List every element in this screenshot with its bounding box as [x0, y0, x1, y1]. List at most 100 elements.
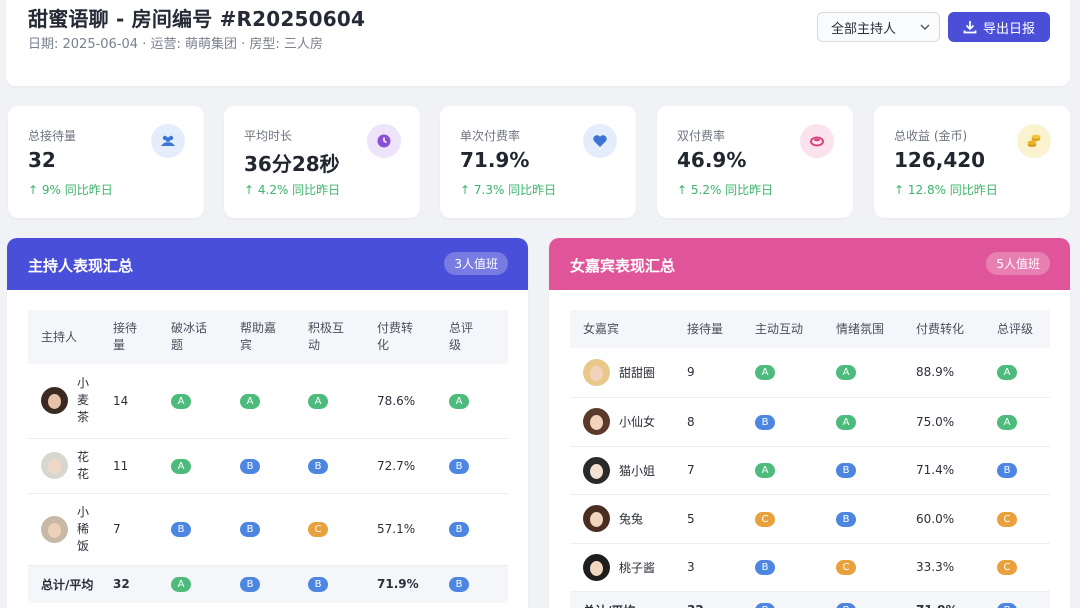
grade-badge: A: [755, 365, 775, 381]
grade-badge: B: [240, 522, 260, 537]
users-icon: [151, 124, 185, 158]
table-row[interactable]: 小麦茶 14 A A A 78.6% A: [28, 364, 508, 439]
guest-conversion: 33.3%: [916, 543, 997, 592]
page-subtitle: 日期: 2025-06-04 · 运营: 萌萌集团 · 房型: 三人房: [28, 37, 323, 52]
stat-label: 单次付费率: [460, 129, 521, 143]
table-total-row: 总计/平均 32 A B B 71.9% B: [28, 565, 508, 603]
avatar: [41, 452, 68, 479]
stat-change: ↑ 7.3% 同比昨日: [460, 183, 557, 197]
host-duty-badge: 3人值班: [444, 252, 508, 275]
clock-icon: [367, 124, 401, 158]
col-header: 付费转化: [916, 310, 997, 348]
stat-card-total-revenue: 总收益 (金币) 126,420 ↑ 12.8% 同比昨日: [874, 106, 1070, 218]
grade-badge: B: [997, 463, 1017, 478]
table-row[interactable]: 小仙女 8 B A 75.0% A: [570, 397, 1050, 447]
grade-badge: C: [997, 511, 1017, 527]
stat-change: ↑ 9% 同比昨日: [28, 183, 113, 197]
stat-change: ↑ 12.8% 同比昨日: [894, 183, 998, 197]
table-row[interactable]: 甜甜圈 9 A A 88.9% A: [570, 348, 1050, 398]
grade-badge: B: [836, 463, 856, 478]
table-row[interactable]: 花花 11 A B B 72.7% B: [28, 438, 508, 494]
grade-badge: B: [240, 458, 260, 474]
stat-label: 总接待量: [28, 129, 77, 143]
grade-badge: A: [240, 393, 260, 409]
table-header-row: 主持人 接待量 破冰话题 帮助嘉宾 积极互动 付费转化 总评级: [28, 310, 508, 364]
grade-badge: B: [449, 577, 469, 593]
grade-badge: B: [449, 522, 469, 537]
host-name: 花花: [77, 449, 90, 481]
col-header: 女嘉宾: [570, 310, 687, 348]
heart-icon: [583, 124, 617, 158]
table-row[interactable]: 兔兔 5 C B 60.0% C: [570, 494, 1050, 544]
guest-conversion: 71.4%: [916, 446, 997, 495]
table-row[interactable]: 桃子酱 3 B C 33.3% C: [570, 543, 1050, 592]
guest-conversion: 75.0%: [916, 397, 997, 447]
grade-badge: B: [755, 603, 775, 608]
guest-name: 兔兔: [619, 512, 644, 526]
host-conversion: 78.6%: [377, 364, 449, 439]
col-header: 接待量: [113, 310, 171, 364]
download-icon: [963, 21, 977, 34]
avatar: [583, 358, 610, 386]
grade-badge: B: [308, 577, 328, 593]
col-header: 帮助嘉宾: [240, 310, 308, 364]
export-report-button[interactable]: 导出日报: [948, 12, 1050, 42]
stat-change: ↑ 5.2% 同比昨日: [677, 183, 774, 197]
grade-badge: B: [755, 414, 775, 430]
avatar: [583, 505, 610, 532]
guest-count: 8: [687, 397, 755, 447]
avatar: [41, 387, 68, 415]
guest-duty-badge: 5人值班: [986, 252, 1050, 275]
host-conversion: 57.1%: [377, 493, 449, 566]
page-title: 甜蜜语聊 - 房间编号 #R20250604: [28, 7, 366, 31]
grade-badge: B: [755, 560, 775, 575]
table-row[interactable]: 小稀饭 7 B B C 57.1% B: [28, 493, 508, 566]
host-count: 11: [113, 438, 171, 494]
host-table: 主持人 接待量 破冰话题 帮助嘉宾 积极互动 付费转化 总评级 小麦茶 14 A…: [28, 310, 508, 603]
grade-badge: B: [308, 458, 328, 474]
stat-card-single-pay-rate: 单次付费率 71.9% ↑ 7.3% 同比昨日: [440, 106, 636, 218]
total-label: 总计/平均: [28, 565, 113, 603]
guest-count: 9: [687, 348, 755, 398]
total-label: 总计/平均: [570, 591, 687, 608]
host-name: 小麦茶: [77, 376, 90, 425]
col-header: 主持人: [28, 310, 113, 364]
table-header-row: 女嘉宾 接待量 主动互动 情绪氛围 付费转化 总评级: [570, 310, 1050, 348]
grade-badge: A: [755, 463, 775, 478]
stat-card-total-reception: 总接待量 32 ↑ 9% 同比昨日: [8, 106, 204, 218]
host-filter-value: 全部主持人: [831, 21, 897, 37]
ring-icon: [800, 124, 834, 158]
stat-change: ↑ 4.2% 同比昨日: [244, 183, 341, 197]
grade-badge: A: [171, 393, 191, 409]
stat-card-avg-duration: 平均时长 36分28秒 ↑ 4.2% 同比昨日: [224, 106, 420, 218]
guest-panel-title: 女嘉宾表现汇总: [570, 257, 676, 275]
grade-badge: B: [240, 577, 260, 593]
col-header: 接待量: [687, 310, 755, 348]
guest-name: 桃子酱: [619, 560, 656, 575]
avatar: [583, 408, 610, 435]
coins-icon: [1017, 124, 1051, 158]
total-count: 32: [113, 565, 171, 603]
guest-conversion: 88.9%: [916, 348, 997, 398]
guest-name: 甜甜圈: [619, 365, 656, 380]
stat-value: 46.9%: [677, 148, 747, 172]
guest-name: 小仙女: [619, 415, 656, 429]
avatar: [41, 515, 68, 543]
stat-label: 双付费率: [677, 129, 726, 143]
col-header: 积极互动: [308, 310, 377, 364]
col-header: 总评级: [997, 310, 1050, 348]
grade-badge: B: [171, 522, 191, 537]
host-filter-select[interactable]: 全部主持人: [817, 12, 940, 42]
report-header: 甜蜜语聊 - 房间编号 #R20250604 日期: 2025-06-04 · …: [6, 0, 1070, 86]
host-summary-panel: 主持人表现汇总 3人值班 主持人 接待量 破冰话题 帮助嘉宾 积极互动 付费转化…: [7, 238, 528, 608]
table-total-row: 总计/平均 32 B B 71.9% B: [570, 591, 1050, 608]
total-count: 32: [687, 591, 755, 608]
table-row[interactable]: 猫小姐 7 A B 71.4% B: [570, 446, 1050, 495]
col-header: 主动互动: [755, 310, 836, 348]
grade-badge: A: [449, 393, 469, 409]
host-panel-title: 主持人表现汇总: [28, 257, 134, 275]
stat-value: 36分28秒: [244, 152, 340, 176]
host-conversion: 72.7%: [377, 438, 449, 494]
grade-badge: A: [997, 414, 1017, 430]
guest-name: 猫小姐: [619, 463, 656, 478]
